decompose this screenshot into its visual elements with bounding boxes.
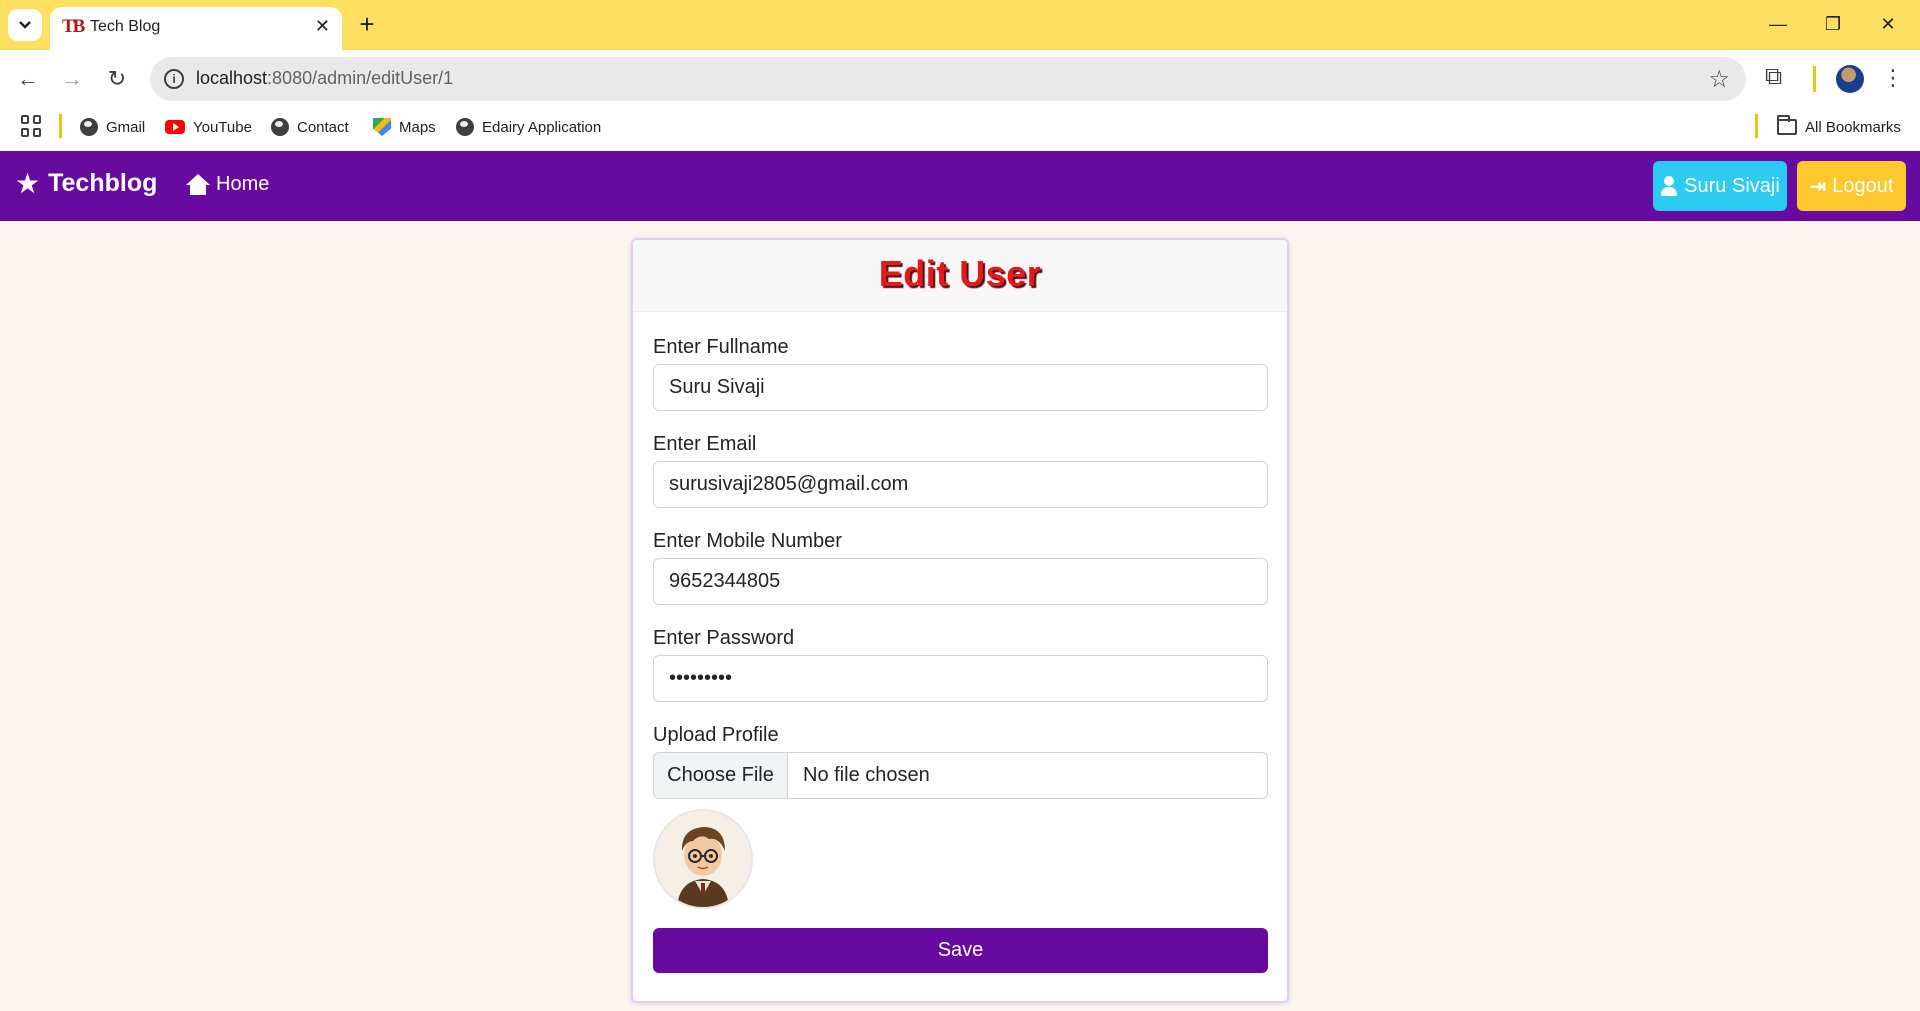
profile-file-input[interactable]: Choose File No file chosen <box>653 752 1268 799</box>
tab-title: Tech Blog <box>90 18 161 35</box>
bookmarks-bar: Gmail YouTube Contact Maps Edairy Applic… <box>0 108 1920 150</box>
chevron-down-icon <box>19 21 31 29</box>
email-label: Enter Email <box>653 433 757 455</box>
bookmarks-divider-right <box>1755 114 1758 138</box>
bookmark-contact[interactable]: Contact <box>271 115 349 139</box>
password-input[interactable] <box>653 655 1268 702</box>
bookmarks-divider <box>59 114 62 138</box>
minimize-icon[interactable]: — <box>1758 8 1798 40</box>
app-navbar: ★ Techblog Home Suru Sivaji ⇥ Logout <box>0 151 1920 221</box>
new-tab-plus-icon[interactable]: + <box>352 10 382 40</box>
choose-file-button[interactable]: Choose File <box>654 753 788 798</box>
youtube-icon <box>165 120 185 134</box>
edit-user-card: Edit User Enter Fullname Enter Email Ent… <box>631 238 1289 1003</box>
forward-arrow-icon[interactable]: → <box>56 63 88 95</box>
bookmark-star-icon[interactable]: ☆ <box>1708 65 1730 94</box>
bookmark-maps[interactable]: Maps <box>373 115 436 139</box>
globe-icon <box>456 118 474 136</box>
site-info-icon[interactable]: i <box>164 69 184 89</box>
brand-link[interactable]: ★ Techblog <box>15 169 157 198</box>
reload-icon[interactable]: ↻ <box>101 63 133 95</box>
profile-avatar-image <box>653 809 753 909</box>
tab-search-button[interactable] <box>8 9 42 41</box>
all-bookmarks[interactable]: All Bookmarks <box>1777 115 1901 139</box>
url-text[interactable]: localhost:8080/admin/editUser/1 <box>196 68 453 89</box>
user-profile-button[interactable]: Suru Sivaji <box>1653 161 1787 211</box>
email-input[interactable] <box>653 461 1268 508</box>
mobile-input[interactable] <box>653 558 1268 605</box>
star-icon: ★ <box>15 167 41 199</box>
home-icon <box>186 173 210 196</box>
file-status-text: No file chosen <box>803 764 930 786</box>
bookmark-youtube[interactable]: YouTube <box>165 115 252 139</box>
logout-button[interactable]: ⇥ Logout <box>1797 161 1906 211</box>
back-arrow-icon[interactable]: ← <box>12 63 44 95</box>
card-header: Edit User <box>633 240 1287 312</box>
folder-icon <box>1777 115 1797 135</box>
nav-home-link[interactable]: Home <box>186 173 269 196</box>
close-icon[interactable]: ✕ <box>315 15 330 37</box>
globe-icon <box>80 118 98 136</box>
password-label: Enter Password <box>653 627 795 649</box>
user-icon <box>1660 176 1678 196</box>
profile-avatar[interactable] <box>1836 65 1864 93</box>
fullname-label: Enter Fullname <box>653 336 789 358</box>
sign-out-icon: ⇥ <box>1809 175 1827 198</box>
restore-icon[interactable]: ❐ <box>1813 8 1853 40</box>
mobile-label: Enter Mobile Number <box>653 530 842 552</box>
browser-toolbar: ← → ↻ i localhost:8080/admin/editUser/1 … <box>0 50 1920 108</box>
page-title: Edit User <box>878 253 1042 294</box>
browser-tab-strip: TB Tech Blog ✕ + — ❐ ✕ <box>0 0 1920 50</box>
apps-grid-icon[interactable] <box>21 115 43 137</box>
browser-tab[interactable]: TB Tech Blog ✕ <box>50 7 342 50</box>
bookmark-gmail[interactable]: Gmail <box>80 115 145 139</box>
window-close-icon[interactable]: ✕ <box>1868 8 1908 40</box>
globe-icon <box>271 118 289 136</box>
address-bar[interactable]: i localhost:8080/admin/editUser/1 ☆ <box>150 57 1746 101</box>
extensions-puzzle-icon[interactable]: ⧉ <box>1765 63 1782 91</box>
bookmark-edairy[interactable]: Edairy Application <box>456 115 601 139</box>
upload-profile-label: Upload Profile <box>653 724 779 746</box>
save-button[interactable]: Save <box>653 928 1268 973</box>
fullname-input[interactable] <box>653 364 1268 411</box>
toolbar-divider <box>1813 66 1816 92</box>
more-menu-icon[interactable]: ⋮ <box>1882 64 1904 92</box>
maps-icon <box>373 118 391 136</box>
tab-favicon-icon: TB <box>62 16 85 37</box>
